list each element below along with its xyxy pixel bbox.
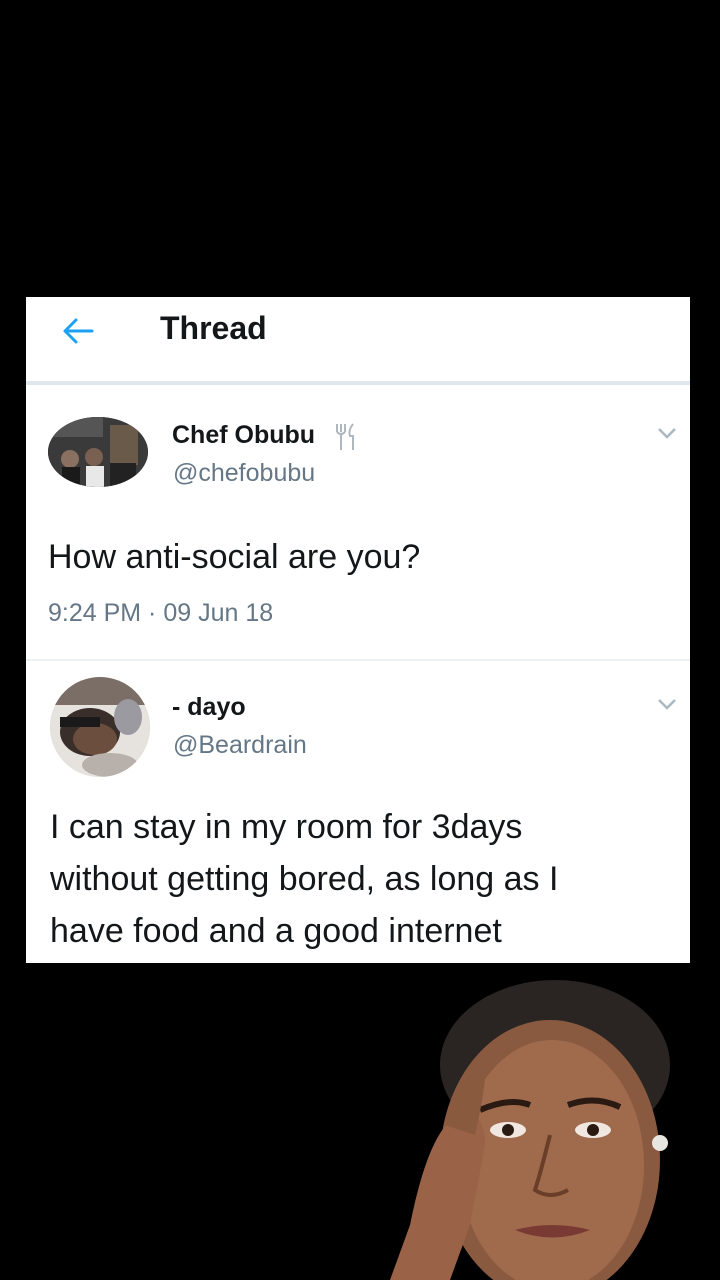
tweet-text-line: without getting bored, as long as I <box>50 860 559 898</box>
tweet-timestamp[interactable]: 9:24 PM · 09 Jun 18 <box>48 599 273 628</box>
tweet-text-line: have food and a good internet <box>50 912 502 950</box>
tweet[interactable]: - dayo @Beardrain I can stay in my room … <box>26 661 690 963</box>
author-name[interactable]: Chef Obubu <box>172 421 315 450</box>
tweet[interactable]: Chef Obubu @chefobubu How anti-social ar… <box>26 389 690 661</box>
thread-header: Thread <box>26 297 690 385</box>
tweet-text: How anti-social are you? <box>48 538 421 576</box>
avatar[interactable] <box>50 677 150 777</box>
avatar-photo <box>50 677 150 777</box>
author-handle[interactable]: @Beardrain <box>173 731 307 760</box>
fork-knife-icon <box>336 423 354 450</box>
author-handle[interactable]: @chefobubu <box>173 459 315 488</box>
back-arrow-icon[interactable] <box>58 313 98 349</box>
avatar-photo <box>48 417 148 487</box>
avatar[interactable] <box>48 417 148 487</box>
chevron-down-icon[interactable] <box>656 697 678 711</box>
author-name[interactable]: - dayo <box>172 693 246 722</box>
tweet-text-line: I can stay in my room for 3days <box>50 808 523 846</box>
page-title: Thread <box>160 310 267 346</box>
thread-card: Thread Chef Obubu @chefobubu How anti-so… <box>26 297 690 963</box>
chevron-down-icon[interactable] <box>656 426 678 440</box>
reaction-person-image <box>390 980 670 1280</box>
